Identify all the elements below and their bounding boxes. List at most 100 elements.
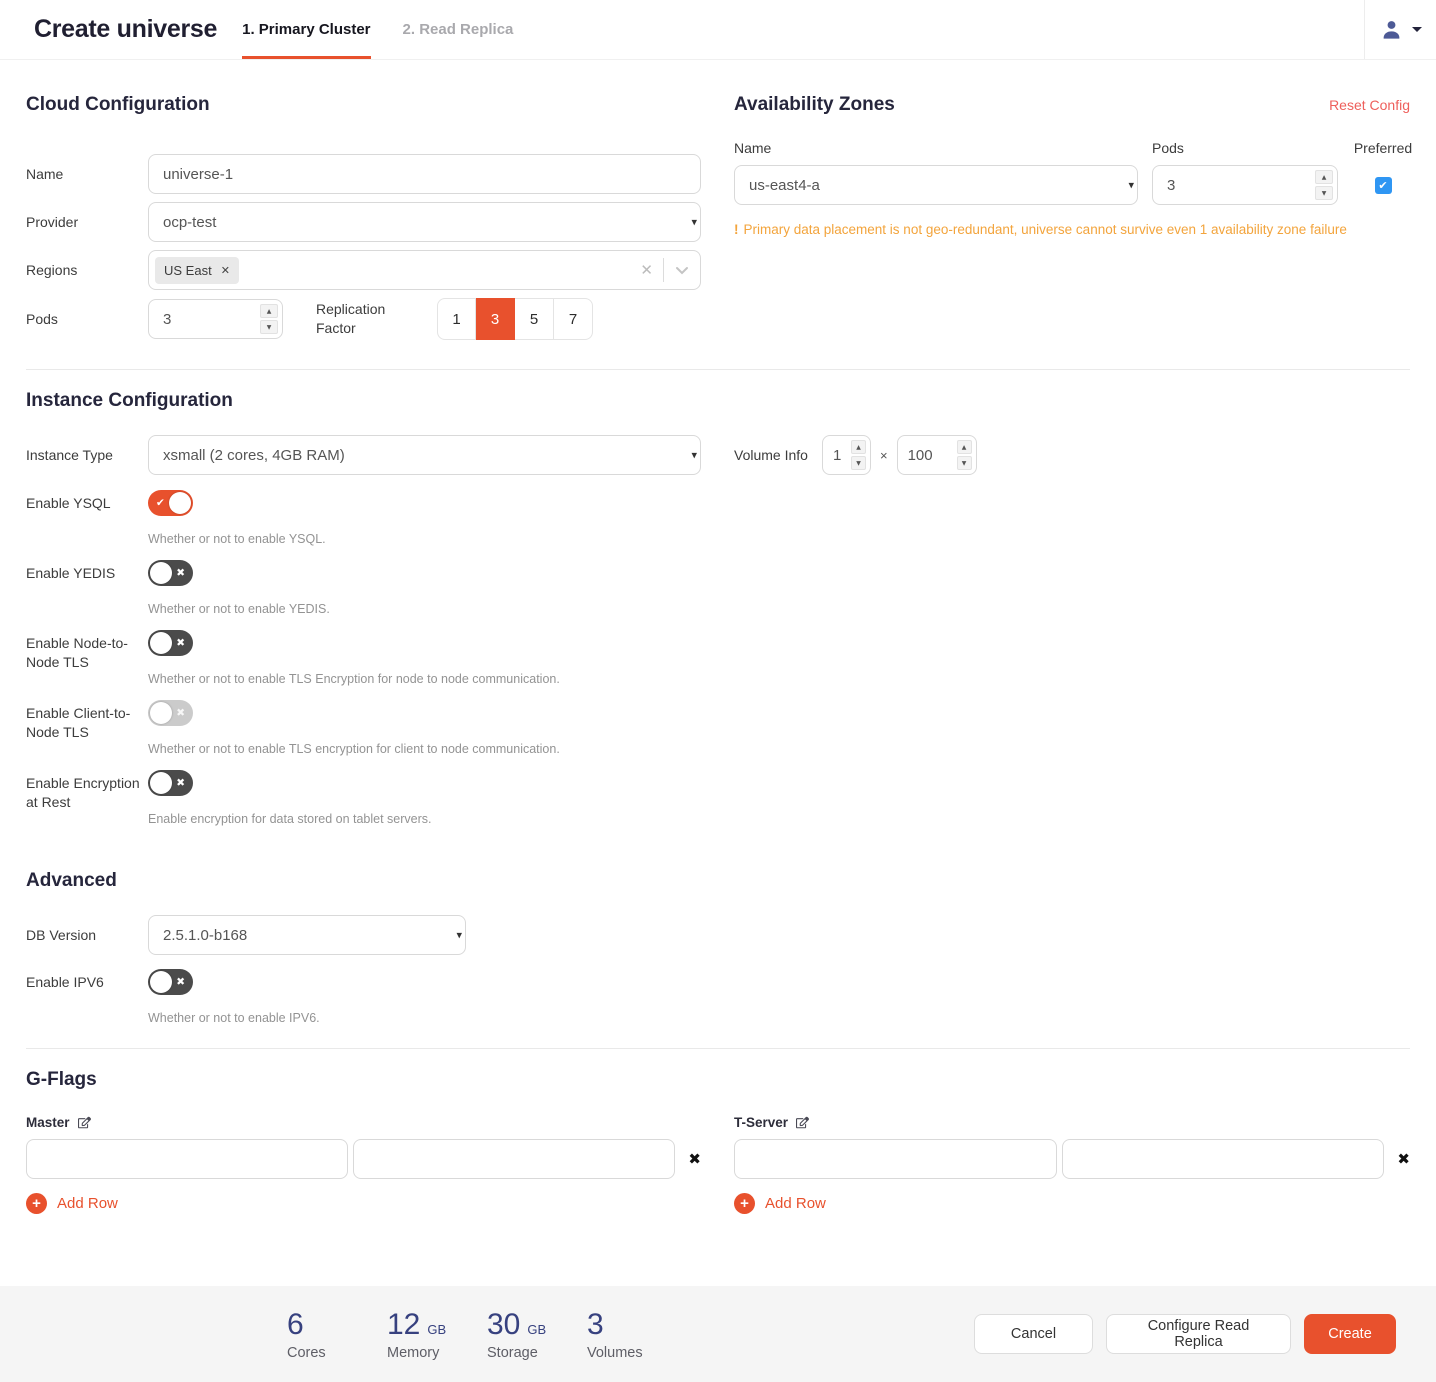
section-divider [26, 1048, 1410, 1049]
cancel-button[interactable]: Cancel [974, 1314, 1093, 1354]
region-chip-label: US East [164, 263, 212, 278]
cross-icon: ✖ [176, 969, 185, 995]
stepper-buttons: ▲ ▼ [1315, 170, 1333, 200]
instance-type-label: Instance Type [26, 446, 148, 465]
clear-icon[interactable]: ✕ [640, 261, 653, 279]
regions-multiselect[interactable]: US East ✕ ✕ [148, 250, 701, 290]
app-header: Create universe 1. Primary Cluster 2. Re… [0, 0, 1436, 60]
enable-yedis-toggle[interactable]: ✔ ✖ [148, 560, 193, 586]
enable-client-to-node-tls-toggle[interactable]: ✔ ✖ [148, 700, 193, 726]
instance-type-value: xsmall (2 cores, 4GB RAM) [163, 447, 345, 464]
name-label: Name [26, 165, 148, 184]
stepper-down-icon[interactable]: ▼ [957, 456, 972, 470]
stepper-down-icon[interactable]: ▼ [1315, 186, 1333, 200]
volumes-metric: 3 Volumes [587, 1308, 687, 1361]
provider-value: ocp-test [163, 214, 216, 231]
region-chip-remove-icon[interactable]: ✕ [221, 264, 230, 277]
tserver-gflag-name-input[interactable] [734, 1139, 1057, 1179]
preferred-checkbox[interactable]: ✔ [1375, 177, 1392, 194]
configure-read-replica-button[interactable]: Configure Read Replica [1106, 1314, 1291, 1354]
master-gflag-value-input[interactable] [353, 1139, 675, 1179]
cross-icon: ✖ [176, 630, 185, 656]
remove-row-icon[interactable]: ✖ [1397, 1150, 1410, 1168]
regions-label: Regions [26, 261, 148, 280]
chevron-down-icon[interactable] [674, 262, 690, 278]
toggle-knob [150, 632, 172, 654]
rf-option-3[interactable]: 3 [476, 298, 515, 340]
stepper-up-icon[interactable]: ▲ [957, 440, 972, 454]
tab-read-replica[interactable]: 2. Read Replica [403, 0, 514, 59]
enable-ipv6-toggle[interactable]: ✔ ✖ [148, 969, 193, 995]
enable-encryption-at-rest-toggle[interactable]: ✔ ✖ [148, 770, 193, 796]
rf-option-1[interactable]: 1 [437, 298, 476, 340]
universe-name-input[interactable] [148, 154, 701, 194]
separator [663, 258, 664, 282]
stepper-buttons: ▲ ▼ [260, 304, 278, 334]
tserver-add-row-button[interactable]: + Add Row [734, 1193, 1410, 1214]
pods-stepper[interactable]: 3 ▲ ▼ [148, 299, 283, 339]
enable-ysql-label: Enable YSQL [26, 490, 148, 513]
toggle-knob [150, 772, 172, 794]
enable-node-to-node-tls-toggle[interactable]: ✔ ✖ [148, 630, 193, 656]
az-name-select[interactable]: us-east4-a [734, 165, 1138, 205]
volume-count-stepper[interactable]: 1 ▲ ▼ [822, 435, 871, 475]
tserver-gflag-value-input[interactable] [1062, 1139, 1385, 1179]
edit-icon[interactable] [78, 1116, 91, 1129]
regions-controls: ✕ [640, 251, 690, 289]
memory-metric: 12 GB Memory [387, 1308, 487, 1361]
tserver-gflags-label: T-Server [734, 1115, 1410, 1130]
enable-node-to-node-tls-help: Whether or not to enable TLS Encryption … [148, 672, 560, 686]
user-icon [1380, 18, 1403, 41]
db-version-label: DB Version [26, 926, 148, 945]
enable-node-to-node-tls-label: Enable Node-to-Node TLS [26, 630, 148, 672]
rf-option-5[interactable]: 5 [515, 298, 554, 340]
reset-config-link[interactable]: Reset Config [1329, 97, 1410, 113]
db-version-value: 2.5.1.0-b168 [163, 927, 247, 944]
volume-info-label: Volume Info [734, 447, 822, 463]
create-button[interactable]: Create [1304, 1314, 1396, 1354]
enable-yedis-label: Enable YEDIS [26, 560, 148, 583]
user-menu[interactable] [1364, 0, 1436, 59]
stepper-up-icon[interactable]: ▲ [1315, 170, 1333, 184]
pods-label: Pods [26, 310, 148, 329]
pods-value: 3 [163, 311, 171, 328]
volume-size-stepper[interactable]: 100 ▲ ▼ [897, 435, 977, 475]
remove-row-icon[interactable]: ✖ [688, 1150, 701, 1168]
section-divider [26, 369, 1410, 370]
check-icon: ✔ [156, 490, 165, 516]
multiply-icon: × [880, 448, 888, 463]
cross-icon: ✖ [176, 770, 185, 796]
stepper-buttons: ▲ ▼ [957, 440, 972, 470]
stepper-up-icon[interactable]: ▲ [851, 440, 866, 454]
enable-ysql-toggle[interactable]: ✔ ✖ [148, 490, 193, 516]
wizard-tabs: 1. Primary Cluster 2. Read Replica [242, 0, 545, 59]
az-pods-stepper[interactable]: 3 ▲ ▼ [1152, 165, 1338, 205]
master-gflag-name-input[interactable] [26, 1139, 348, 1179]
az-warning: !Primary data placement is not geo-redun… [734, 222, 1410, 237]
stepper-down-icon[interactable]: ▼ [260, 320, 278, 334]
tab-primary-cluster[interactable]: 1. Primary Cluster [242, 0, 370, 59]
chevron-down-icon [1412, 27, 1422, 32]
stepper-down-icon[interactable]: ▼ [851, 456, 866, 470]
rf-option-7[interactable]: 7 [554, 298, 593, 340]
master-add-row-button[interactable]: + Add Row [26, 1193, 701, 1214]
toggle-knob [169, 492, 191, 514]
replication-factor-label: Replication Factor [316, 300, 406, 338]
availability-zones-heading: Availability Zones [734, 94, 895, 116]
stepper-up-icon[interactable]: ▲ [260, 304, 278, 318]
toggle-knob [150, 971, 172, 993]
enable-ipv6-help: Whether or not to enable IPV6. [148, 1011, 320, 1025]
db-version-select[interactable]: 2.5.1.0-b168 [148, 915, 466, 955]
storage-metric: 30 GB Storage [487, 1308, 587, 1361]
provider-select[interactable]: ocp-test [148, 202, 701, 242]
instance-type-select[interactable]: xsmall (2 cores, 4GB RAM) [148, 435, 701, 475]
cross-icon: ✖ [176, 700, 185, 726]
enable-ysql-help: Whether or not to enable YSQL. [148, 532, 326, 546]
warning-icon: ! [734, 222, 739, 237]
page-title: Create universe [34, 15, 217, 44]
edit-icon[interactable] [796, 1116, 809, 1129]
enable-ipv6-label: Enable IPV6 [26, 969, 148, 992]
stepper-buttons: ▲ ▼ [851, 440, 866, 470]
enable-client-to-node-tls-help: Whether or not to enable TLS encryption … [148, 742, 560, 756]
toggle-knob [150, 702, 172, 724]
